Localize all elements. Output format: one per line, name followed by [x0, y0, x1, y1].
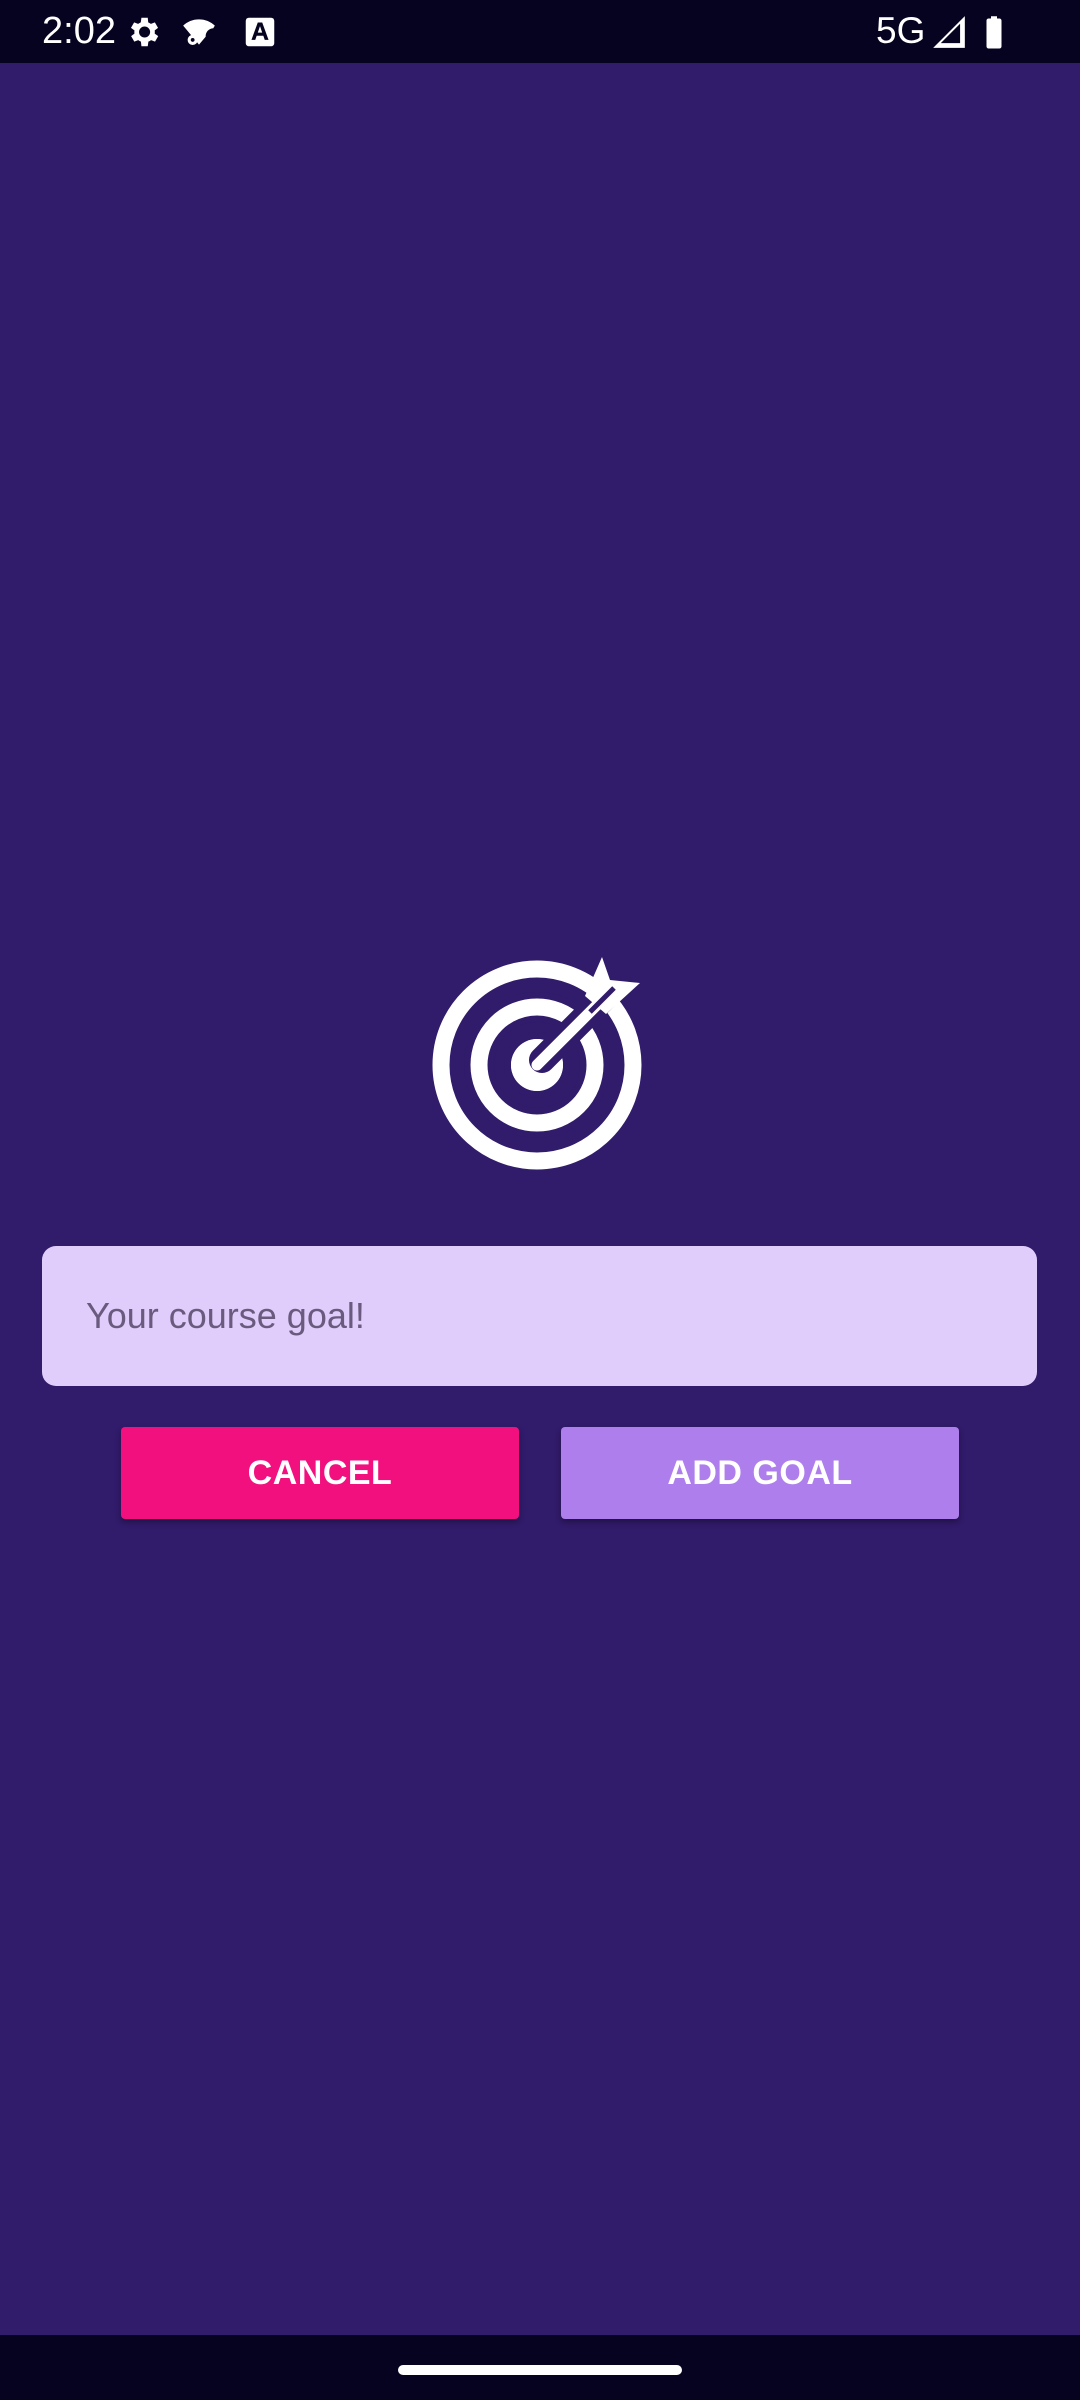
- navigation-bar: [0, 2335, 1080, 2400]
- settings-gear-icon: [130, 17, 159, 47]
- add-goal-button[interactable]: ADD GOAL: [561, 1427, 959, 1519]
- status-time: 2:02: [42, 10, 116, 52]
- battery-icon: [986, 16, 1002, 49]
- cancel-button[interactable]: CANCEL: [121, 1427, 519, 1519]
- network-type: 5G: [876, 10, 926, 51]
- goal-input-screen: 2:02 5G Your course goal! CANCEL ADD GOA…: [0, 0, 1080, 2400]
- status-bar: 2:02 5G: [0, 0, 1080, 63]
- goal-text-input[interactable]: [42, 1246, 1037, 1386]
- wifi-settings-icon: [183, 19, 215, 45]
- target-dartboard-icon: [432, 957, 642, 1170]
- home-gesture-handle[interactable]: [398, 2365, 682, 2375]
- font-a-icon: [245, 17, 275, 47]
- signal-icon: [933, 16, 965, 48]
